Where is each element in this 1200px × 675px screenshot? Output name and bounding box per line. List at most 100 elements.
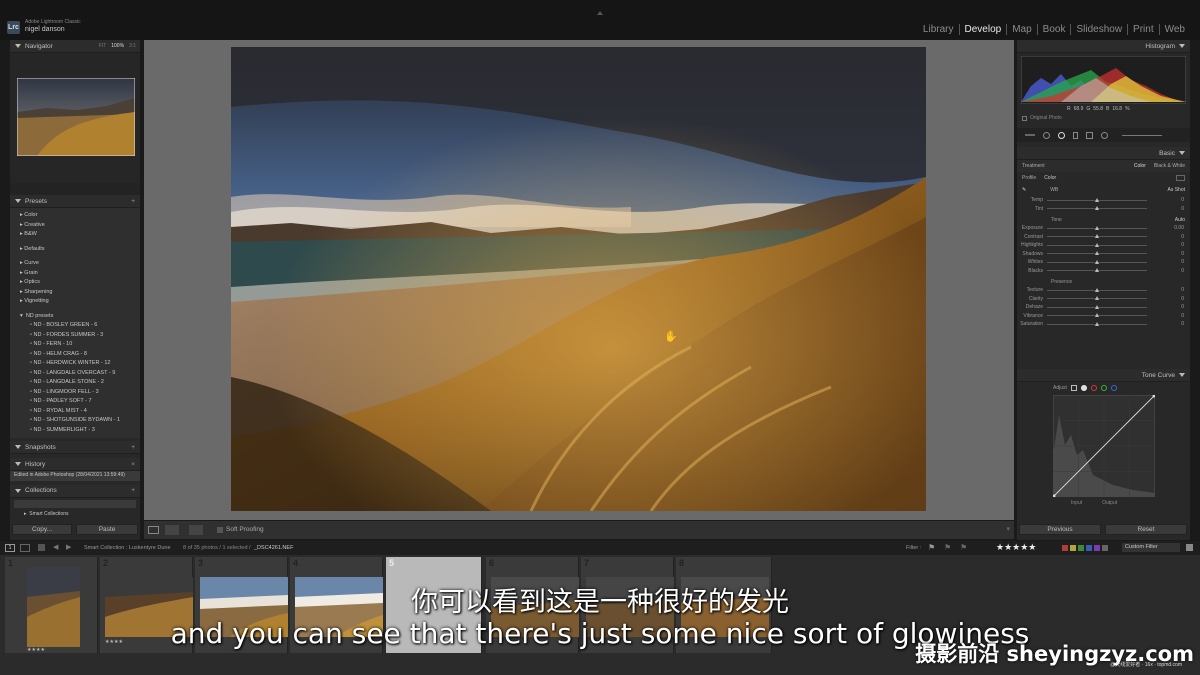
zoom-fit[interactable]: FIT [99, 43, 107, 49]
second-window-icon[interactable] [20, 544, 30, 552]
tone-curve-header[interactable]: Tone Curve [1017, 369, 1190, 382]
preset-group[interactable]: ▸ B&W [20, 230, 140, 240]
histogram-graph[interactable] [1021, 56, 1186, 104]
nd-preset-item[interactable]: ▫ ND - LANGDALE OVERCAST - 9 [30, 369, 140, 379]
module-book[interactable]: Book [1038, 24, 1072, 35]
slider-knob[interactable] [1095, 268, 1099, 273]
slider-value[interactable]: 0 [1147, 251, 1190, 257]
slider-value[interactable]: 0 [1147, 206, 1190, 212]
clear-history-icon[interactable]: × [131, 461, 135, 468]
color-label-swatch[interactable] [1094, 545, 1100, 551]
red-channel-icon[interactable] [1090, 385, 1097, 391]
slider-value[interactable]: 0 [1147, 304, 1190, 310]
blue-channel-icon[interactable] [1110, 385, 1117, 391]
preset-group[interactable]: ▸ Defaults [20, 245, 140, 255]
module-slideshow[interactable]: Slideshow [1071, 24, 1129, 35]
slider-value[interactable]: 0 [1147, 234, 1190, 240]
color-label-swatch[interactable] [1070, 545, 1076, 551]
brush-slider[interactable] [1122, 134, 1162, 136]
wb-eyedropper-icon[interactable]: ✎ [1022, 187, 1026, 193]
zoom-3to1[interactable]: 3:1 [129, 43, 136, 49]
previous-button[interactable]: Previous [1019, 524, 1101, 535]
crop-overlay-icon[interactable] [1043, 131, 1050, 139]
slider-knob[interactable] [1095, 287, 1099, 292]
slider-track[interactable] [1047, 313, 1147, 318]
slider-track[interactable] [1047, 206, 1147, 211]
toolbar-menu-icon[interactable]: ▾ [1006, 525, 1010, 533]
soft-proofing-checkbox[interactable] [217, 527, 223, 533]
radial-filter-icon[interactable] [1101, 131, 1108, 139]
color-label-swatch[interactable] [1102, 545, 1108, 551]
collections-header[interactable]: Collections + [10, 484, 140, 498]
module-web[interactable]: Web [1160, 24, 1190, 35]
unflag-filter-icon[interactable]: ⚑ [944, 543, 951, 552]
grid-icon[interactable] [1025, 134, 1035, 136]
nd-preset-item[interactable]: ▫ ND - SHOTGUNSIDE BYDAWN - 1 [30, 416, 140, 426]
module-develop[interactable]: Develop [960, 24, 1008, 35]
slider-value[interactable]: 0 [1147, 197, 1190, 203]
treatment-bw-option[interactable]: Black & White [1154, 163, 1185, 169]
slider-track[interactable] [1047, 304, 1147, 309]
copy-button[interactable]: Copy... [12, 524, 72, 535]
history-header[interactable]: History × [10, 458, 140, 471]
grid-view-icon[interactable] [38, 544, 45, 551]
slider-value[interactable]: 0.00 [1147, 225, 1190, 231]
slider-track[interactable] [1047, 197, 1147, 202]
main-window-icon[interactable]: 1 [5, 544, 15, 552]
slider-value[interactable]: 0 [1147, 268, 1190, 274]
slider-knob[interactable] [1095, 296, 1099, 301]
navigator-header[interactable]: Navigator FIT 100% 3:1 [10, 40, 140, 53]
slider-knob[interactable] [1095, 197, 1099, 202]
nd-preset-item[interactable]: ▫ ND - SUMMERLIGHT - 3 [30, 426, 140, 436]
preset-group[interactable]: ▸ Creative [20, 221, 140, 231]
snapshots-header[interactable]: Snapshots + [10, 441, 140, 454]
slider-track[interactable] [1047, 251, 1147, 256]
tone-auto-button[interactable]: Auto [1175, 217, 1185, 223]
green-channel-icon[interactable] [1100, 385, 1107, 391]
preset-group[interactable]: ▸ Vignetting [20, 297, 140, 307]
spot-removal-icon[interactable] [1058, 131, 1065, 139]
slider-track[interactable] [1047, 287, 1147, 292]
parametric-curve-icon[interactable] [1070, 385, 1077, 391]
add-collection-icon[interactable]: + [131, 487, 135, 494]
profile-browser-icon[interactable] [1176, 175, 1185, 181]
nd-preset-item[interactable]: ▫ ND - HELM CRAG - 8 [30, 350, 140, 360]
paste-button[interactable]: Paste [76, 524, 138, 535]
color-label-swatch[interactable] [1078, 545, 1084, 551]
color-label-swatch[interactable] [1062, 545, 1068, 551]
slider-knob[interactable] [1095, 225, 1099, 230]
forward-arrow-icon[interactable]: ▶ [66, 543, 71, 551]
history-item[interactable]: Edited in Adobe Photoshop (28/04/2021 13… [10, 471, 140, 481]
filmstrip-source[interactable]: Smart Collection : Luskentyre Dune [84, 545, 171, 551]
tone-curve-graph[interactable] [1053, 395, 1155, 497]
basic-header[interactable]: Basic [1017, 147, 1190, 160]
slider-knob[interactable] [1095, 251, 1099, 256]
rating-filter[interactable]: ★★★★★ [996, 542, 1036, 553]
preset-group[interactable]: ▸ Curve [20, 259, 140, 269]
module-map[interactable]: Map [1007, 24, 1038, 35]
nd-preset-item[interactable]: ▫ ND - RYDAL MIST - 4 [30, 407, 140, 417]
slider-value[interactable]: 0 [1147, 321, 1190, 327]
preset-group-nd[interactable]: ▾ ND presets [20, 312, 140, 322]
original-photo-toggle[interactable]: Original Photo [1022, 115, 1062, 121]
nd-preset-item[interactable]: ▫ ND - LANGDALE STONE - 2 [30, 378, 140, 388]
histogram-header[interactable]: Histogram [1017, 40, 1190, 53]
preset-group[interactable]: ▸ Optics [20, 278, 140, 288]
slider-knob[interactable] [1095, 321, 1099, 326]
slider-track[interactable] [1047, 321, 1147, 326]
slider-knob[interactable] [1095, 234, 1099, 239]
slider-knob[interactable] [1095, 304, 1099, 309]
nd-preset-item[interactable]: ▫ ND - FERN - 10 [30, 340, 140, 350]
slider-value[interactable]: 0 [1147, 242, 1190, 248]
slider-track[interactable] [1047, 259, 1147, 264]
slider-track[interactable] [1047, 242, 1147, 247]
reset-button[interactable]: Reset [1105, 524, 1187, 535]
module-print[interactable]: Print [1128, 24, 1160, 35]
nd-preset-item[interactable]: ▫ ND - HERDWICK WINTER - 12 [30, 359, 140, 369]
nd-preset-item[interactable]: ▫ ND - BOSLEY GREEN - 6 [30, 321, 140, 331]
presets-header[interactable]: Presets + [10, 195, 140, 208]
slider-knob[interactable] [1095, 313, 1099, 318]
reject-filter-icon[interactable]: ⚑ [960, 543, 967, 552]
navigator-thumbnail[interactable] [17, 78, 135, 156]
nd-preset-item[interactable]: ▫ ND - FORDES SUMMER - 3 [30, 331, 140, 341]
